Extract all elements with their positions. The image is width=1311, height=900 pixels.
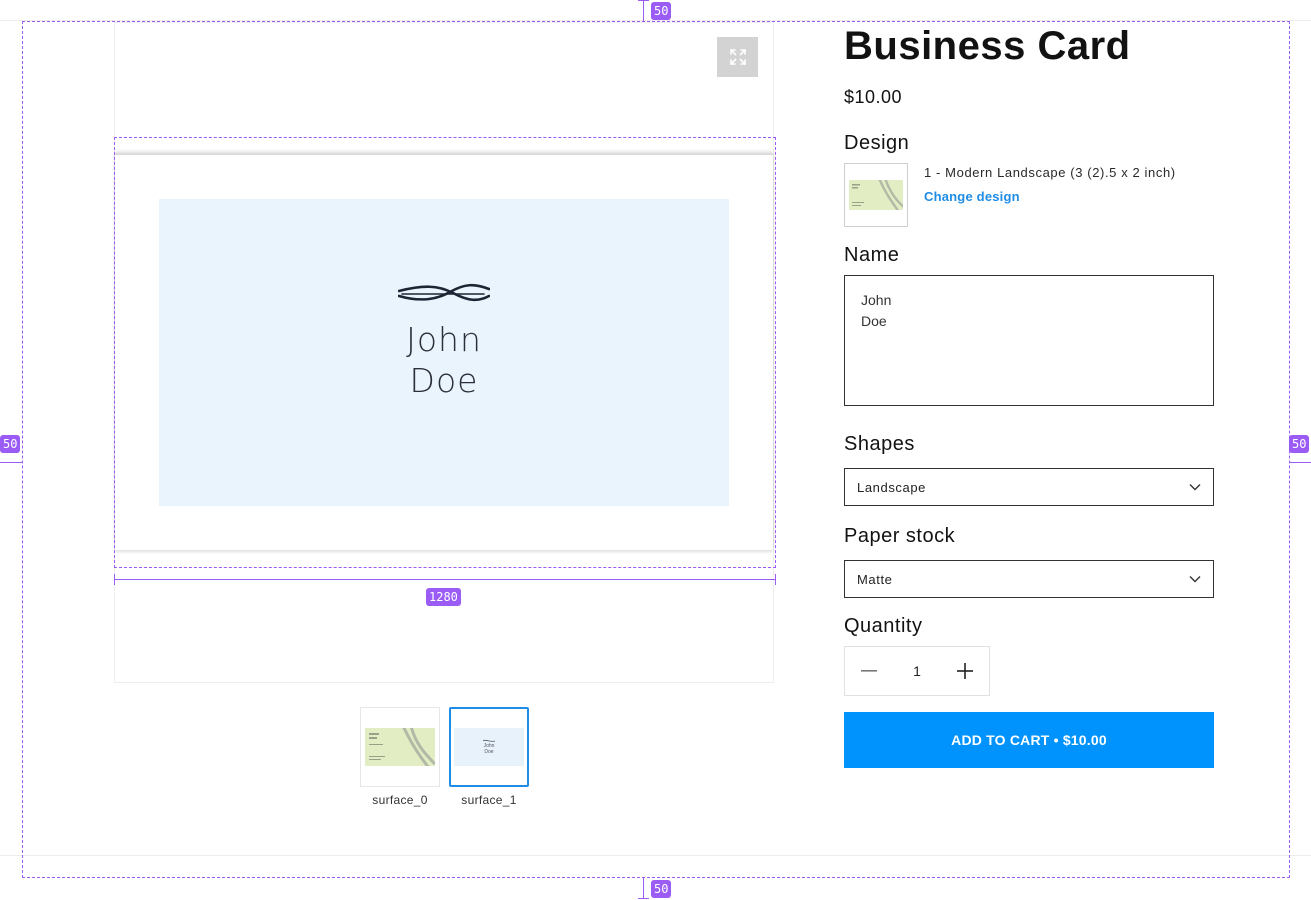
top-spacing-marker — [643, 0, 644, 21]
fullscreen-arrows-icon — [729, 49, 746, 65]
expand-icon[interactable] — [717, 37, 758, 77]
paper-stock-select[interactable]: Matte — [844, 560, 1214, 598]
blue-card-mini: John Doe — [454, 728, 524, 766]
decrease-quantity-button[interactable] — [845, 647, 893, 695]
change-design-link[interactable]: Change design — [924, 189, 1020, 204]
canvas-width-badge: 1280 — [426, 588, 461, 606]
thumbnail-surface-1[interactable]: John Doe surface_1 — [449, 707, 529, 807]
bottom-spacing-marker — [643, 878, 644, 899]
thumbnail-surface-0[interactable]: surface_0 — [360, 707, 440, 807]
right-spacing-marker — [1290, 462, 1311, 463]
shapes-label: Shapes — [844, 433, 915, 455]
canvas-width-cap-right — [775, 574, 776, 585]
product-title: Business Card — [844, 24, 1131, 68]
name-textarea[interactable] — [844, 275, 1214, 406]
canvas-width-cap-left — [114, 574, 115, 585]
thumbnail-strip: surface_0 John Doe surface_1 — [360, 707, 529, 807]
top-spacing-cap — [638, 0, 649, 1]
chevron-down-icon — [1189, 576, 1201, 583]
wave-logo-icon — [398, 283, 490, 302]
wave-pattern-icon — [369, 728, 435, 766]
business-card-face: John Doe — [159, 199, 729, 506]
design-description: 1 - Modern Landscape (3 (2).5 x 2 inch) — [924, 165, 1176, 180]
plus-icon — [956, 663, 973, 679]
top-divider — [0, 20, 1311, 21]
bottom-spacing-badge: 50 — [651, 880, 672, 898]
shapes-select[interactable]: Landscape — [844, 468, 1214, 506]
green-card-mini — [365, 728, 435, 766]
design-thumbnail — [844, 163, 908, 227]
left-spacing-marker — [0, 462, 22, 463]
card-preview-canvas: John Doe — [115, 153, 773, 550]
canvas-width-marker — [114, 579, 776, 580]
thumbnail-label: surface_0 — [372, 793, 428, 807]
left-spacing-badge: 50 — [0, 435, 21, 453]
minus-icon — [861, 670, 877, 672]
mini-card-name: John Doe — [483, 743, 495, 755]
thumbnail-image — [360, 707, 440, 787]
quantity-value[interactable]: 1 — [913, 663, 921, 679]
card-name-text: John Doe — [406, 320, 482, 400]
wave-pattern-icon — [852, 180, 903, 210]
right-spacing-badge: 50 — [1289, 435, 1310, 453]
thumbnail-label: surface_1 — [461, 793, 517, 807]
paper-stock-label: Paper stock — [844, 525, 956, 547]
top-spacing-badge: 50 — [651, 2, 672, 20]
add-to-cart-button[interactable]: ADD TO CART • $10.00 — [844, 712, 1214, 768]
quantity-stepper: 1 — [844, 646, 990, 696]
chevron-down-icon — [1189, 484, 1201, 491]
design-thumb-card — [849, 180, 903, 210]
bottom-spacing-cap — [638, 898, 649, 899]
quantity-label: Quantity — [844, 615, 923, 637]
design-label: Design — [844, 132, 910, 154]
paper-stock-selected-value: Matte — [857, 571, 893, 587]
shapes-selected-value: Landscape — [857, 479, 927, 495]
thumbnail-image: John Doe — [449, 707, 529, 787]
product-price: $10.00 — [844, 87, 903, 107]
bottom-divider — [0, 855, 1311, 856]
name-label: Name — [844, 244, 900, 266]
increase-quantity-button[interactable] — [941, 647, 989, 695]
